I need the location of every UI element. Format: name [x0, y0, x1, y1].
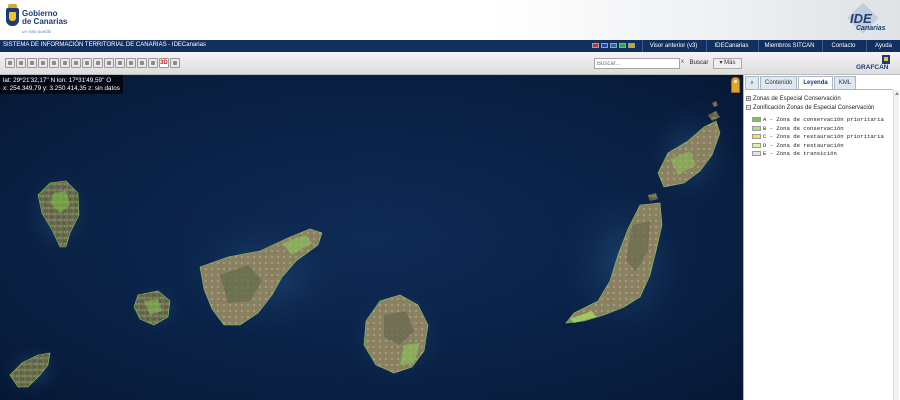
search-input[interactable]	[594, 58, 680, 69]
legend-class-label: A - Zona de conservación prioritaria	[763, 116, 884, 123]
grafcan-logo[interactable]: GRAFCAN	[856, 55, 896, 73]
edit-icon[interactable]	[82, 58, 92, 68]
gobierno-canarias-logo[interactable]: Gobierno de Canarias un solo pueblo	[6, 4, 68, 36]
legend-panel: + Zonas de Especial Conservación − Zonific…	[746, 95, 892, 159]
legend-swatch	[752, 125, 761, 131]
legend-layer[interactable]: − Zonificación Zonas de Especial Conserva…	[746, 104, 892, 113]
legend-class-label: B - Zona de conservación	[763, 124, 844, 132]
nav-visor-anterior[interactable]: Visor anterior (v3)	[642, 40, 704, 52]
org-name-line2: de Canarias	[22, 17, 68, 26]
de-flag-icon[interactable]	[628, 43, 635, 48]
legend-swatch	[752, 151, 761, 157]
legend-class-item: A - Zona de conservación prioritaria	[746, 116, 892, 125]
more-button[interactable]: ▾ Más	[713, 58, 742, 69]
panel-scrollbar[interactable]	[893, 90, 899, 400]
tool-3d-label: 3D	[160, 60, 168, 66]
gb-flag-icon[interactable]	[601, 43, 608, 48]
tab-contenido[interactable]: Contenido	[760, 76, 798, 89]
profile-icon[interactable]	[93, 58, 103, 68]
clear-search-icon[interactable]: x	[681, 59, 684, 65]
table-icon[interactable]	[126, 58, 136, 68]
legend-swatch	[752, 134, 761, 140]
area-icon[interactable]	[60, 58, 70, 68]
it-flag-icon[interactable]	[619, 43, 626, 48]
top-navbar: SISTEMA DE INFORMACIÓN TERRITORIAL DE CA…	[0, 40, 900, 52]
legend-swatch	[752, 117, 761, 123]
street-view-pegman-icon[interactable]	[731, 77, 740, 93]
legend-layer[interactable]: + Zonas de Especial Conservación	[746, 95, 892, 104]
draw-icon[interactable]	[71, 58, 81, 68]
tab-leyenda[interactable]: Leyenda	[798, 76, 833, 89]
map-toolbar: 3D	[0, 52, 900, 75]
legend-class-label: D - Zona de restauración	[763, 141, 844, 149]
legend-class-label: C - Zona de restauración prioritaria	[763, 133, 884, 140]
es-flag-icon[interactable]	[592, 43, 599, 48]
header: Gobierno de Canarias un solo pueblo IDE …	[0, 0, 900, 40]
ide-subtitle: Canarias	[856, 25, 886, 32]
nav-miembros-sitcan[interactable]: Miembros SITCAN	[758, 40, 820, 52]
legend-class-item: C - Zona de restauración prioritaria	[746, 133, 892, 142]
print-icon[interactable]	[104, 58, 114, 68]
ide-canarias-logo[interactable]: IDE Canarias	[846, 2, 886, 35]
pan-icon[interactable]	[5, 58, 15, 68]
nav-contacto[interactable]: Contacto	[822, 40, 864, 52]
tab-search[interactable]: ⌕	[745, 76, 759, 89]
zoom-out-icon[interactable]	[27, 58, 37, 68]
site-title: SISTEMA DE INFORMACIÓN TERRITORIAL DE CA…	[3, 42, 206, 48]
legend-class-item: E - Zona de transición	[746, 150, 892, 159]
grafcan-label: GRAFCAN	[856, 64, 889, 71]
link-icon[interactable]	[137, 58, 147, 68]
coords-latlon: lat: 29º21'32,17'' N lon: 17º31'49,59'' …	[3, 77, 112, 84]
satellite-imagery	[1, 95, 740, 398]
legend-class-item: B - Zona de conservación	[746, 125, 892, 134]
legend-swatch	[752, 142, 761, 148]
language-selector	[592, 43, 635, 48]
legend-class-item: D - Zona de restauración	[746, 142, 892, 151]
coords-xyz: x: 254.349,79 y: 3.250.414,35 z: sin dat…	[3, 84, 120, 92]
map-view[interactable]: lat: 29º21'32,17'' N lon: 17º31'49,59'' …	[0, 75, 743, 400]
map-tools: 3D	[5, 58, 180, 68]
legend-class-label: E - Zona de transición	[763, 150, 837, 157]
info-icon[interactable]	[38, 58, 48, 68]
grafcan-emblem-icon	[882, 55, 890, 64]
expand-icon[interactable]: +	[746, 95, 751, 101]
nav-ayuda[interactable]: Ayuda	[866, 40, 900, 52]
layers-icon[interactable]	[115, 58, 125, 68]
more-button-label: Más	[724, 60, 736, 66]
org-motto: un solo pueblo	[22, 29, 52, 34]
collapse-icon[interactable]: −	[746, 104, 751, 110]
coat-of-arms-icon	[6, 8, 19, 26]
legend-layer-label: Zonificación Zonas de Especial Conservac…	[753, 105, 875, 111]
zoom-in-icon[interactable]	[16, 58, 26, 68]
fr-flag-icon[interactable]	[610, 43, 617, 48]
search-button[interactable]: Buscar	[687, 58, 711, 69]
coordinates-readout: lat: 29º21'32,17'' N lon: 17º31'49,59'' …	[0, 75, 123, 94]
nav-idecanarias[interactable]: IDECanarias	[706, 40, 756, 52]
3d-icon[interactable]: 3D	[159, 58, 169, 68]
measure-icon[interactable]	[49, 58, 59, 68]
legend-layer-label: Zonas de Especial Conservación	[753, 96, 841, 102]
tab-divider	[745, 89, 893, 90]
panel-tabs: ⌕ Contenido Leyenda KML	[745, 76, 857, 89]
search-icon: ⌕	[750, 80, 754, 86]
grid-icon[interactable]	[170, 58, 180, 68]
ide-title: IDE	[850, 11, 872, 26]
tab-kml[interactable]: KML	[833, 76, 857, 89]
export-icon[interactable]	[148, 58, 158, 68]
